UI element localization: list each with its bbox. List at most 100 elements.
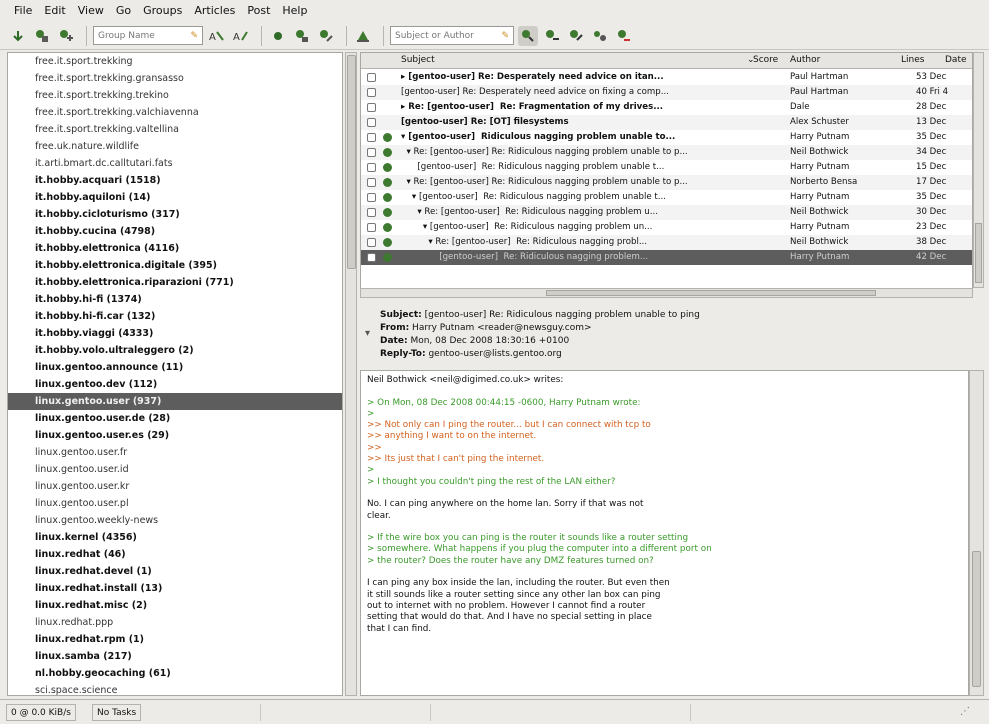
read-group-icon[interactable] <box>32 26 52 46</box>
ignore-thread-icon[interactable] <box>614 26 634 46</box>
article-row[interactable]: [gentoo-user] Re: [OT] filesystems Alex S… <box>361 115 972 130</box>
thread-view-icon[interactable] <box>518 25 538 46</box>
compose-icon[interactable] <box>353 26 373 46</box>
status-tasks[interactable]: No Tasks <box>92 704 142 721</box>
group-item[interactable]: nl.hobby.geocaching (61) <box>8 665 342 682</box>
watch-thread-icon[interactable] <box>590 26 610 46</box>
group-item[interactable]: linux.kernel (4356) <box>8 529 342 546</box>
article-row[interactable]: ▾ Re: [gentoo-user] Re: Ridiculous naggi… <box>361 235 972 250</box>
article-row[interactable]: ▾ [gentoo-user] Ridiculous nagging probl… <box>361 130 972 145</box>
group-item[interactable]: it.hobby.cicloturismo (317) <box>8 206 342 223</box>
post-icon[interactable] <box>292 26 312 46</box>
group-item[interactable]: it.hobby.cucina (4798) <box>8 223 342 240</box>
download-icon[interactable] <box>8 26 28 46</box>
group-item[interactable]: linux.gentoo.announce (11) <box>8 359 342 376</box>
mark-read-icon[interactable] <box>268 26 288 46</box>
quoted-line: > <box>367 465 375 476</box>
article-body[interactable]: Neil Bothwick <neil@digimed.co.uk> write… <box>360 370 969 696</box>
menu-post[interactable]: Post <box>241 0 276 22</box>
group-item[interactable]: free.it.sport.trekking.valtellina <box>8 121 342 138</box>
article-row[interactable]: ▸ [gentoo-user] Re: Desperately need adv… <box>361 70 972 85</box>
scrollbar-thumb[interactable] <box>972 551 981 687</box>
article-row[interactable]: ▾ [gentoo-user] Re: Ridiculous nagging p… <box>361 190 972 205</box>
group-item[interactable]: linux.gentoo.user.de (28) <box>8 410 342 427</box>
column-header-score[interactable]: Score <box>753 55 778 65</box>
group-item[interactable]: linux.redhat.misc (2) <box>8 597 342 614</box>
group-item[interactable]: linux.redhat (46) <box>8 546 342 563</box>
group-list-scrollbar[interactable] <box>345 52 357 696</box>
group-item[interactable]: linux.gentoo.user.kr <box>8 478 342 495</box>
article-row[interactable]: ▾ [gentoo-user] Re: Ridiculous nagging p… <box>361 220 972 235</box>
followup-icon[interactable] <box>316 26 336 46</box>
resize-grip-icon[interactable]: ⋰ <box>960 706 970 717</box>
group-item[interactable]: it.hobby.acquari (1518) <box>8 172 342 189</box>
article-row[interactable]: ▸ Re: [gentoo-user] Re: Fragmentation of… <box>361 100 972 115</box>
article-row[interactable]: [gentoo-user] Re: Desperately need advic… <box>361 85 972 100</box>
article-list-hscrollbar[interactable] <box>360 288 973 298</box>
article-body-scrollbar[interactable] <box>969 370 984 696</box>
group-item[interactable]: it.hobby.hi-fi (1374) <box>8 291 342 308</box>
group-item[interactable]: free.it.sport.trekking.trekino <box>8 87 342 104</box>
article-status-icon <box>367 178 376 187</box>
group-item[interactable]: linux.redhat.rpm (1) <box>8 631 342 648</box>
clear-filter-icon[interactable]: ✎ <box>190 31 198 41</box>
column-header-date[interactable]: Date <box>945 55 967 65</box>
menu-articles[interactable]: Articles <box>188 0 241 22</box>
next-thread-icon[interactable] <box>566 26 586 46</box>
group-item[interactable]: sci.space.science <box>8 682 342 695</box>
menu-groups[interactable]: Groups <box>137 0 188 22</box>
group-filter-input[interactable]: Group Name ✎ <box>93 26 203 45</box>
group-item[interactable]: linux.redhat.install (13) <box>8 580 342 597</box>
subscribe-icon[interactable] <box>56 26 76 46</box>
status-connection[interactable]: 0 @ 0.0 KiB/s <box>6 704 76 721</box>
group-item[interactable]: it.hobby.elettronica (4116) <box>8 240 342 257</box>
group-item[interactable]: free.it.sport.trekking.gransasso <box>8 70 342 87</box>
menu-file[interactable]: File <box>8 0 38 22</box>
group-item[interactable]: it.hobby.volo.ultraleggero (2) <box>8 342 342 359</box>
article-filter-input[interactable]: Subject or Author ✎ <box>390 26 514 45</box>
group-item[interactable]: free.it.sport.trekking.valchiavenna <box>8 104 342 121</box>
next-unread-icon[interactable] <box>542 26 562 46</box>
group-item[interactable]: linux.redhat.ppp <box>8 614 342 631</box>
scrollbar-thumb[interactable] <box>347 55 356 269</box>
column-header-subject[interactable]: Subject <box>401 55 435 65</box>
expand-headers-icon[interactable]: ▾ <box>365 328 370 339</box>
group-item[interactable]: linux.gentoo.user.fr <box>8 444 342 461</box>
group-search-icon[interactable]: A <box>207 26 227 46</box>
scrollbar-thumb[interactable] <box>546 290 876 296</box>
article-list-scrollbar[interactable] <box>973 52 984 288</box>
menu-help[interactable]: Help <box>276 0 313 22</box>
article-row[interactable]: ▾ Re: [gentoo-user] Re: Ridiculous naggi… <box>361 145 972 160</box>
group-item[interactable]: it.hobby.viaggi (4333) <box>8 325 342 342</box>
menu-view[interactable]: View <box>72 0 110 22</box>
group-item[interactable]: it.hobby.hi-fi.car (132) <box>8 308 342 325</box>
group-item[interactable]: linux.gentoo.user.id <box>8 461 342 478</box>
group-item[interactable]: linux.redhat.devel (1) <box>8 563 342 580</box>
column-header-author[interactable]: Author <box>790 55 820 65</box>
group-item[interactable]: linux.gentoo.user.pl <box>8 495 342 512</box>
group-item[interactable]: it.hobby.elettronica.riparazioni (771) <box>8 274 342 291</box>
group-item[interactable]: free.it.sport.trekking <box>8 53 342 70</box>
group-list[interactable]: free.it.sport.trekking free.it.sport.trek… <box>7 52 343 696</box>
article-row[interactable]: [gentoo-user] Re: Ridiculous nagging pro… <box>361 250 972 265</box>
group-item[interactable]: linux.gentoo.user.es (29) <box>8 427 342 444</box>
group-item[interactable]: it.hobby.aquiloni (14) <box>8 189 342 206</box>
scrollbar-thumb[interactable] <box>975 223 982 283</box>
group-item[interactable]: linux.gentoo.user (937) <box>8 393 342 410</box>
body-line: setting that would do that. And I have n… <box>367 612 652 623</box>
menu-go[interactable]: Go <box>110 0 137 22</box>
group-item[interactable]: it.hobby.elettronica.digitale (395) <box>8 257 342 274</box>
group-item[interactable]: linux.samba (217) <box>8 648 342 665</box>
article-list[interactable]: Subject ⌄ Score Author Lines Date ▸ [gen… <box>360 52 973 294</box>
group-item[interactable]: linux.gentoo.dev (112) <box>8 376 342 393</box>
article-row[interactable]: [gentoo-user] Re: Ridiculous nagging pro… <box>361 160 972 175</box>
column-header-lines[interactable]: Lines <box>901 55 924 65</box>
article-row[interactable]: ▾ Re: [gentoo-user] Re: Ridiculous naggi… <box>361 175 972 190</box>
clear-filter-icon[interactable]: ✎ <box>501 31 509 41</box>
menu-edit[interactable]: Edit <box>38 0 71 22</box>
group-item[interactable]: linux.gentoo.weekly-news <box>8 512 342 529</box>
group-item[interactable]: it.arti.bmart.dc.calltutari.fats <box>8 155 342 172</box>
article-row[interactable]: ▾ Re: [gentoo-user] Re: Ridiculous naggi… <box>361 205 972 220</box>
group-search-alt-icon[interactable]: A <box>231 26 251 46</box>
group-item[interactable]: free.uk.nature.wildlife <box>8 138 342 155</box>
